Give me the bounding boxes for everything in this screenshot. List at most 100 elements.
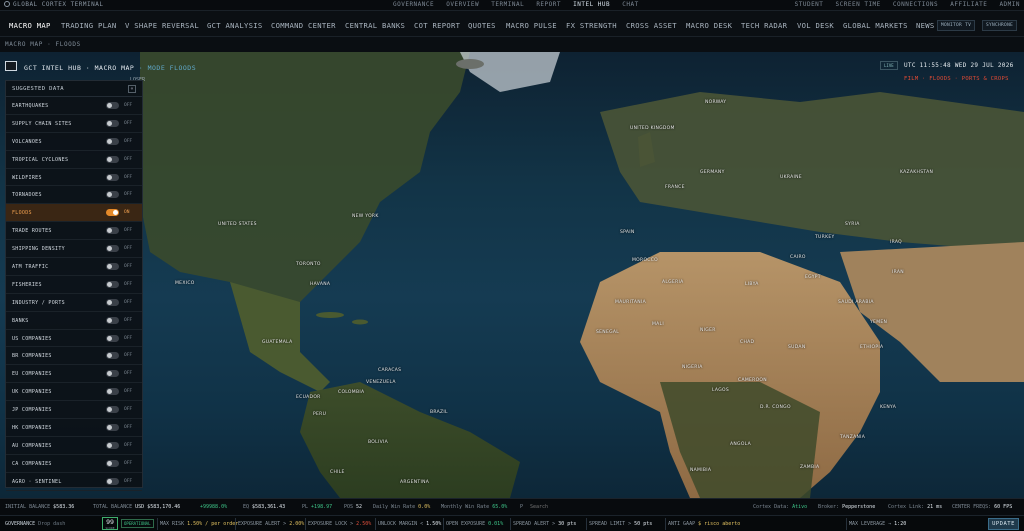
layer-row-hk-companies[interactable]: HK COMPANIES OFF xyxy=(6,419,142,437)
brand[interactable]: GLOBAL CORTEX TERMINAL xyxy=(4,1,103,8)
layer-toggle[interactable] xyxy=(106,227,119,235)
layer-toggle[interactable] xyxy=(106,119,119,127)
layer-label: EARTHQUAKES xyxy=(12,103,49,109)
monitor-tv-button[interactable]: MONITOR TV xyxy=(937,20,976,31)
tab-cot-report[interactable]: COT REPORT xyxy=(414,21,460,30)
link-student[interactable]: STUDENT xyxy=(795,1,824,8)
link-overview[interactable]: OVERVIEW xyxy=(446,1,479,8)
layer-row-uk-companies[interactable]: UK COMPANIES OFF xyxy=(6,383,142,402)
layer-row-shipping-density[interactable]: SHIPPING DENSITY OFF xyxy=(6,240,142,259)
layer-row-atm-traffic[interactable]: ATM TRAFFIC OFF xyxy=(6,258,142,276)
tab-v-shape-reversal[interactable]: V SHAPE REVERSAL xyxy=(125,21,199,30)
search-icon: P xyxy=(520,504,524,510)
layer-row-trade-routes[interactable]: TRADE ROUTES OFF xyxy=(6,222,142,241)
link-chat[interactable]: CHAT xyxy=(622,1,638,8)
layer-toggle[interactable] xyxy=(106,316,119,324)
toggle-state: OFF xyxy=(124,371,133,377)
link-connections[interactable]: CONNECTIONS xyxy=(893,1,938,8)
layer-toggle[interactable] xyxy=(106,173,119,181)
update-button[interactable]: UPDATE xyxy=(988,518,1019,530)
tab-cross-asset[interactable]: CROSS ASSET xyxy=(626,21,677,30)
link-admin[interactable]: ADMIN xyxy=(999,1,1020,8)
toggle-state: OFF xyxy=(124,299,133,305)
layer-toggle[interactable] xyxy=(106,424,119,432)
layer-toggle[interactable] xyxy=(106,280,119,288)
tab-macro-pulse[interactable]: MACRO PULSE xyxy=(506,21,557,30)
link-governance[interactable]: GOVERNANCE xyxy=(393,1,434,8)
tab-macro-map[interactable]: MACRO MAP xyxy=(9,21,51,30)
layer-row-banks[interactable]: BANKS OFF xyxy=(6,312,142,330)
layer-toggle[interactable] xyxy=(106,102,119,109)
profit-loss: PL +198.97 xyxy=(302,504,333,510)
tab-macro-desk[interactable]: MACRO DESK xyxy=(686,21,732,30)
synchrone-button[interactable]: SYNCHRONE xyxy=(982,20,1018,31)
tab-news[interactable]: NEWS xyxy=(916,21,935,30)
link-report[interactable]: REPORT xyxy=(536,1,561,8)
layer-toggle[interactable] xyxy=(106,334,119,342)
link-screen-time[interactable]: SCREEN TIME xyxy=(836,1,881,8)
module-nav: MACRO MAP TRADING PLAN V SHAPE REVERSAL … xyxy=(0,11,1024,37)
layer-toggle[interactable] xyxy=(106,370,119,378)
separator xyxy=(375,518,376,530)
layer-toggle[interactable] xyxy=(106,137,119,145)
separator xyxy=(235,518,236,530)
map-label: LAGOS xyxy=(712,388,729,393)
active-filter: FILM · FLOODS · PORTS & CROPS xyxy=(904,76,1009,82)
tab-trading-plan[interactable]: TRADING PLAN xyxy=(61,21,117,30)
monthly-win-rate: Monthly Win Rate 65.0% xyxy=(441,504,508,510)
layer-row-floods[interactable]: FLOODS ON xyxy=(6,204,142,223)
layer-toggle[interactable] xyxy=(106,209,119,217)
hub-menu-icon[interactable] xyxy=(5,61,17,71)
link-intel-hub[interactable]: INTEL HUB xyxy=(573,1,610,8)
layer-toggle[interactable] xyxy=(106,406,119,414)
layer-toggle[interactable] xyxy=(106,245,119,253)
top-bar: GLOBAL CORTEX TERMINAL GOVERNANCE OVERVI… xyxy=(0,0,1024,11)
map-label: NAMIBIA xyxy=(690,468,712,473)
layer-toggle[interactable] xyxy=(106,191,119,199)
layer-row-eu-companies[interactable]: EU COMPANIES OFF xyxy=(6,365,142,384)
layer-row-br-companies[interactable]: BR COMPANIES OFF xyxy=(6,347,142,366)
layer-row-industry-ports[interactable]: INDUSTRY / PORTS OFF xyxy=(6,294,142,312)
layer-toggle[interactable] xyxy=(106,441,119,449)
tab-global-markets[interactable]: GLOBAL MARKETS xyxy=(843,21,908,30)
layer-row-au-companies[interactable]: AU COMPANIES OFF xyxy=(6,437,142,455)
layer-row-volcanoes[interactable]: VOLCANOES OFF xyxy=(6,133,142,151)
layer-row-fisheries[interactable]: FISHERIES OFF xyxy=(6,276,142,294)
layer-row-supply-chain-sites[interactable]: SUPPLY CHAIN SITES OFF xyxy=(6,115,142,133)
tab-vol-desk[interactable]: VOL DESK xyxy=(797,21,834,30)
layer-row-agro-sentinel[interactable]: AGRO · SENTINEL OFF xyxy=(6,473,142,491)
search-input[interactable] xyxy=(530,502,610,512)
layer-row-jp-companies[interactable]: JP COMPANIES OFF xyxy=(6,401,142,420)
layer-toggle[interactable] xyxy=(106,263,119,271)
link-terminal[interactable]: TERMINAL xyxy=(491,1,524,8)
tab-fx-strength[interactable]: FX STRENGTH xyxy=(566,21,617,30)
layer-toggle[interactable] xyxy=(106,298,119,306)
map-label: VENEZUELA xyxy=(366,380,396,385)
layer-row-us-companies[interactable]: US COMPANIES OFF xyxy=(6,330,142,348)
link-affiliate[interactable]: AFFILIATE xyxy=(950,1,987,8)
collapse-icon[interactable]: « xyxy=(128,85,136,93)
layer-row-wildfires[interactable]: WILDFIRES OFF xyxy=(6,169,142,187)
governance-rule: EXPOSURE ALERT > 2.00% xyxy=(238,521,305,527)
tab-command-center[interactable]: COMMAND CENTER xyxy=(271,21,336,30)
layer-toggle[interactable] xyxy=(106,459,119,467)
tab-quotes[interactable]: QUOTES xyxy=(468,21,496,30)
layer-label: VOLCANOES xyxy=(12,138,42,145)
tab-gct-analysis[interactable]: GCT ANALYSIS xyxy=(207,21,263,30)
layer-row-ca-companies[interactable]: CA COMPANIES OFF xyxy=(6,455,142,473)
tab-central-banks[interactable]: CENTRAL BANKS xyxy=(345,21,405,30)
macro-map[interactable] xyxy=(0,52,1024,498)
layer-row-tropical-cyclones[interactable]: TROPICAL CYCLONES OFF xyxy=(6,151,142,169)
layer-toggle[interactable] xyxy=(106,352,119,360)
layer-label: BANKS xyxy=(12,317,29,324)
layer-label: INDUSTRY / PORTS xyxy=(12,299,65,306)
layer-toggle[interactable] xyxy=(106,155,119,163)
layer-toggle[interactable] xyxy=(106,477,119,485)
hub-mode-text: · MODE FLOODS xyxy=(134,64,197,72)
toggle-state: OFF xyxy=(124,192,133,198)
layer-row-tornadoes[interactable]: TORNADOES OFF xyxy=(6,186,142,205)
map-label: NIGERIA xyxy=(682,365,703,370)
tab-tech-radar[interactable]: TECH RADAR xyxy=(741,21,787,30)
layer-row-earthquakes[interactable]: EARTHQUAKES OFF xyxy=(6,97,142,115)
layer-toggle[interactable] xyxy=(106,388,119,396)
